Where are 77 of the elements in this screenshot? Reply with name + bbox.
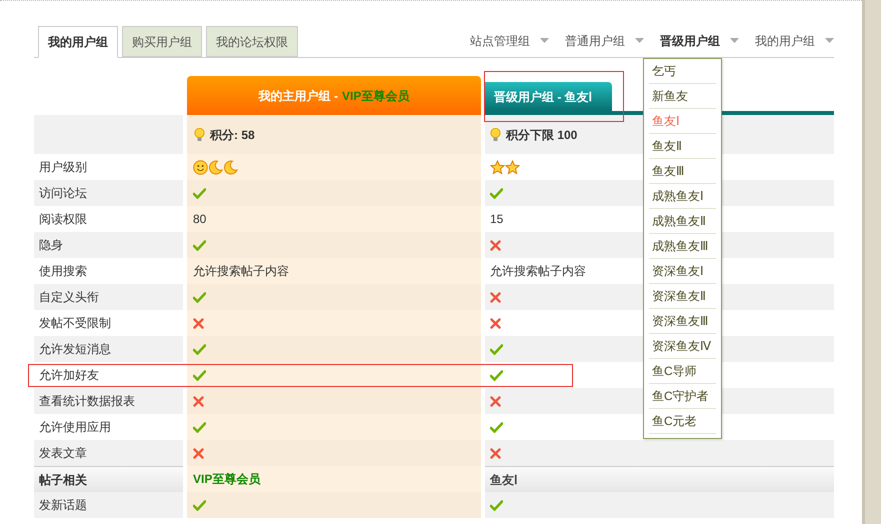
menu-item[interactable]: 鱼友Ⅲ	[649, 159, 716, 184]
menu-item[interactable]: 资深鱼友Ⅲ	[649, 309, 716, 334]
moon-icon	[223, 160, 238, 174]
row-label: 自定义头衔	[39, 289, 99, 306]
lightbulb-icon	[194, 128, 205, 142]
cross-icon	[490, 396, 501, 406]
check-icon	[193, 240, 206, 250]
promotion-tab[interactable]: 晋级用户组 - 鱼友Ⅰ	[485, 82, 612, 111]
menu-item[interactable]: 乞丐	[649, 59, 716, 84]
cross-icon	[193, 448, 204, 458]
caret-icon	[635, 38, 644, 43]
check-icon	[193, 370, 206, 380]
menu-item[interactable]: 鱼C守护者	[649, 384, 716, 409]
menu-item[interactable]: 鱼C导师	[649, 359, 716, 384]
row-label: 隐身	[39, 237, 63, 254]
moon-icon	[208, 160, 223, 174]
row-label: 允许加好友	[39, 367, 99, 384]
nav-link[interactable]: 晋级用户组	[660, 32, 739, 50]
menu-item[interactable]: 鱼友Ⅱ	[649, 134, 716, 159]
tab[interactable]: 购买用户组	[122, 26, 202, 57]
row-label: 阅读权限	[39, 211, 87, 228]
check-icon	[193, 500, 206, 510]
smiley-icon	[193, 160, 208, 174]
cross-icon	[490, 448, 501, 458]
cross-icon	[193, 396, 204, 406]
row-label: 查看统计数据报表	[39, 393, 135, 410]
group-name: 鱼友Ⅰ	[490, 472, 518, 488]
cell-text: 允许搜索帖子内容	[193, 263, 289, 280]
menu-item[interactable]: 资深鱼友Ⅰ	[649, 259, 716, 284]
row-label: 访问论坛	[39, 185, 87, 202]
score-text: 积分: 58	[210, 126, 255, 144]
cross-icon	[193, 318, 204, 328]
check-icon	[193, 344, 206, 354]
menu-item[interactable]: 成熟鱼友Ⅲ	[649, 234, 716, 259]
check-icon	[490, 500, 503, 510]
cross-icon	[490, 240, 501, 250]
nav-link[interactable]: 我的用户组	[755, 32, 834, 50]
menu-item[interactable]: 成熟鱼友Ⅱ	[649, 209, 716, 234]
row-label: 发新话题	[39, 497, 87, 514]
header-group: VIP至尊会员	[342, 86, 410, 104]
star-icon	[505, 160, 520, 174]
row-label: 允许发短消息	[39, 341, 111, 358]
check-icon	[490, 370, 503, 380]
check-icon	[193, 292, 206, 302]
cell-text: 15	[490, 211, 504, 228]
menu-item[interactable]: 新鱼友	[649, 84, 716, 109]
lightbulb-icon	[490, 128, 501, 142]
check-icon	[490, 188, 503, 198]
caret-icon	[540, 38, 549, 43]
caret-icon	[730, 38, 739, 43]
check-icon	[193, 188, 206, 198]
row-label: 使用搜索	[39, 263, 87, 280]
star-icon	[490, 160, 505, 174]
menu-item[interactable]: 成熟鱼友Ⅰ	[649, 184, 716, 209]
row-label: 发帖不受限制	[39, 315, 111, 332]
header-title: 我的主用户组 -	[258, 88, 338, 104]
cross-icon	[490, 318, 501, 328]
score-text: 积分下限 100	[506, 126, 578, 144]
menu-item[interactable]: 资深鱼友Ⅱ	[649, 284, 716, 309]
menu-item[interactable]: 资深鱼友Ⅳ	[649, 334, 716, 359]
row-label: 允许使用应用	[39, 419, 111, 436]
tab[interactable]: 我的论坛权限	[206, 26, 298, 57]
group-name: VIP至尊会员	[193, 471, 260, 488]
check-icon	[193, 422, 206, 432]
row-label: 帖子相关	[39, 472, 87, 488]
cell-text: 允许搜索帖子内容	[490, 263, 586, 280]
cell-text: 80	[193, 211, 206, 228]
caret-icon	[825, 38, 834, 43]
menu-item[interactable]: 鱼C元老	[649, 409, 716, 434]
tab[interactable]: 我的用户组	[38, 26, 118, 58]
nav-link[interactable]: 站点管理组	[470, 32, 549, 50]
check-icon	[490, 344, 503, 354]
check-icon	[490, 422, 503, 432]
row-label: 发表文章	[39, 445, 87, 462]
row-label: 用户级别	[39, 159, 87, 176]
cross-icon	[490, 292, 501, 302]
nav-link[interactable]: 普通用户组	[565, 32, 644, 50]
